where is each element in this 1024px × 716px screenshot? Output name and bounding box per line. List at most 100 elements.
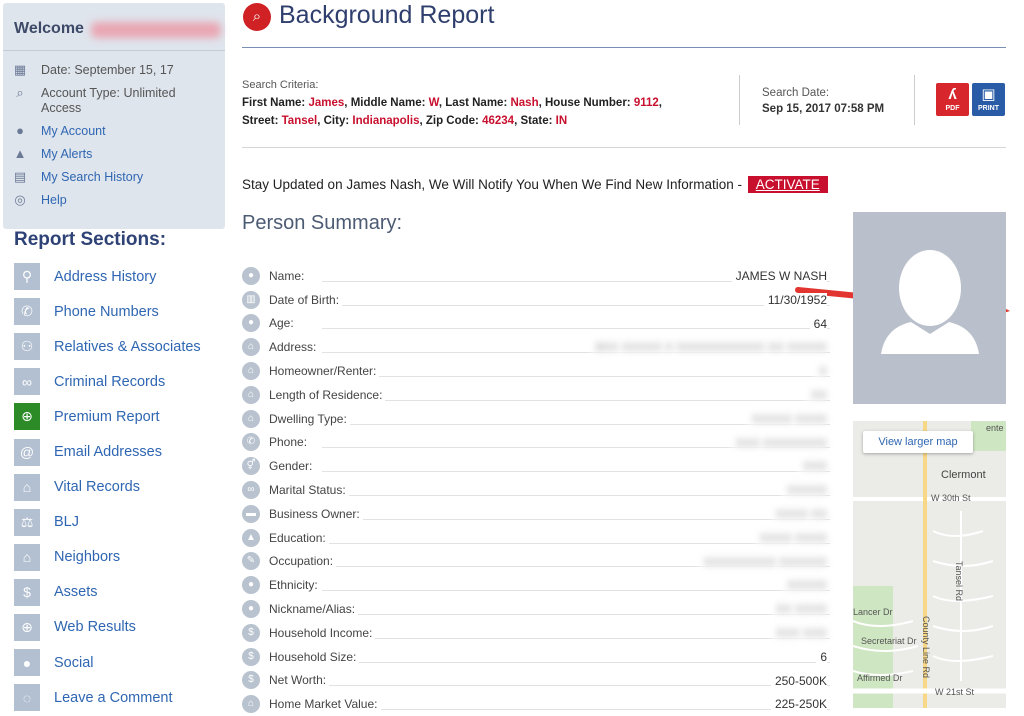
leader-line: [322, 375, 830, 377]
map-label: Clermont: [941, 469, 986, 481]
search-date-label: Search Date:: [762, 87, 830, 99]
section-link-label[interactable]: BLJ: [54, 514, 79, 530]
summary-row: ▲ Education: XXXX XXXX: [242, 526, 830, 550]
map-label: County Line Rd: [921, 616, 931, 679]
home-icon: ⌂: [242, 409, 260, 428]
section-link[interactable]: ● Social: [14, 645, 224, 680]
print-button[interactable]: ▣ PRINT: [972, 83, 1005, 116]
pencil-icon: ✎: [242, 552, 260, 571]
user-icon: ●: [242, 576, 260, 595]
account-item[interactable]: ▲ My Alerts: [13, 147, 218, 162]
section-link[interactable]: ⚇ Relatives & Associates: [14, 329, 224, 364]
section-link[interactable]: ∞ Criminal Records: [14, 364, 224, 399]
pdf-label: PDF: [945, 105, 960, 112]
activate-button[interactable]: ACTIVATE: [747, 176, 828, 193]
printer-icon: ▣: [981, 86, 996, 103]
summary-row-value: 64: [809, 316, 827, 331]
section-link-label[interactable]: Leave a Comment: [54, 690, 172, 706]
section-link[interactable]: ⊕ Premium Report: [14, 399, 224, 434]
account-item[interactable]: ◎ Help: [13, 193, 218, 208]
report-sections-list: ⚲ Address History ✆ Phone Numbers ⚇ Relatives…: [14, 259, 224, 715]
section-link-label[interactable]: Criminal Records: [54, 374, 165, 390]
graduation-icon: ▲: [242, 528, 260, 547]
map-label: Tansel Rd: [954, 561, 964, 602]
home-icon: ⌂: [242, 338, 260, 357]
section-link[interactable]: @ Email Addresses: [14, 434, 224, 469]
section-link[interactable]: ⌂ Vital Records: [14, 470, 224, 505]
summary-row-label: Home Market Value:: [269, 697, 381, 712]
leader-line: [322, 542, 830, 544]
gender-icon: ⚥: [242, 457, 260, 476]
section-link-label[interactable]: Phone Numbers: [54, 304, 159, 320]
section-link-label[interactable]: Email Addresses: [54, 444, 162, 460]
city-value: Indianapolis: [352, 115, 420, 127]
summary-row-value-redacted: X: [814, 364, 827, 379]
house-number-value: 9112: [633, 97, 659, 109]
middle-name-label: Middle Name:: [350, 97, 426, 109]
view-larger-map-button[interactable]: View larger map: [863, 431, 973, 453]
home-icon: ⌂: [242, 695, 260, 714]
dollar-icon: $: [14, 578, 40, 606]
search-date-value: Sep 15, 2017 07:58 PM: [762, 103, 885, 115]
user-icon: ●: [242, 600, 260, 619]
summary-row: ⌂ Home Market Value: 225-250K: [242, 692, 830, 716]
account-item[interactable]: ▤ My Search History: [13, 170, 218, 185]
summary-row-value-redacted: XXXXX XXXX: [747, 411, 827, 426]
section-link[interactable]: ⚖ BLJ: [14, 505, 224, 540]
section-link-label[interactable]: Web Results: [54, 619, 136, 635]
leader-line: [322, 661, 830, 663]
person-silhouette-icon: [881, 250, 979, 354]
calendar-icon: ▦: [13, 62, 27, 77]
summary-row: ▥ Date of Birth: 11/30/1952: [242, 288, 830, 312]
summary-row: ⌂ Homeowner/Renter: X: [242, 359, 830, 383]
section-link-label[interactable]: Neighbors: [54, 549, 120, 565]
section-link-label[interactable]: Vital Records: [54, 479, 140, 495]
pdf-icon: ʎ: [948, 86, 957, 103]
gavel-icon: ⚖: [14, 508, 40, 536]
pdf-button[interactable]: ʎ PDF: [936, 83, 969, 116]
summary-row-label: Ethnicity:: [269, 578, 321, 593]
summary-row: ✆ Phone: XXX XXXXXXXX: [242, 431, 830, 455]
section-link[interactable]: ⊕ Web Results: [14, 610, 224, 645]
leader-line: [322, 613, 830, 615]
summary-row-label: Date of Birth:: [269, 292, 343, 307]
account-item-label[interactable]: Help: [41, 193, 191, 208]
sidebar: Welcome ▦ Date: September 15, 17 ⌕ Account …: [0, 0, 228, 712]
summary-row-label: Household Size:: [269, 649, 360, 664]
section-link[interactable]: ✆ Phone Numbers: [14, 294, 224, 329]
account-item-label[interactable]: My Alerts: [41, 147, 191, 162]
comment-icon: ◌: [14, 684, 40, 712]
account-item-label[interactable]: My Search History: [41, 170, 191, 185]
notify-banner: Stay Updated on James Nash, We Will Noti…: [242, 176, 828, 193]
summary-row-value-redacted: 8XX XXXXX X XXXXXXXXXXX XX XXXXX: [591, 340, 827, 355]
welcome-title: Welcome: [14, 20, 84, 37]
map-label: W 30th St: [931, 493, 971, 503]
section-link[interactable]: ⚲ Address History: [14, 259, 224, 294]
summary-row-value-redacted: XXX XXXXXXXX: [731, 435, 827, 450]
alert-icon: ▲: [13, 146, 27, 161]
map[interactable]: View larger map Clermont W 30th St Tanse…: [853, 421, 1006, 708]
section-link-label[interactable]: Assets: [54, 584, 98, 600]
leader-line: [322, 518, 830, 520]
summary-row-value: 11/30/1952: [763, 292, 827, 307]
summary-row: ✎ Occupation: XXXXXXXXX XXXXXX: [242, 550, 830, 574]
section-link[interactable]: $ Assets: [14, 575, 224, 610]
section-link[interactable]: ◌ Leave a Comment: [14, 680, 224, 715]
summary-row-value-redacted: XX XXXX: [771, 602, 827, 617]
summary-row-value: 250-500K: [770, 673, 827, 688]
street-value: Tansel: [281, 115, 318, 127]
summary-row-value-redacted: XXXXX: [782, 483, 827, 498]
account-item[interactable]: ● My Account: [13, 124, 218, 139]
summary-row: $ Household Size: 6: [242, 645, 830, 669]
section-link-label[interactable]: Premium Report: [54, 409, 160, 425]
summary-row: ⌂ Length of Residence: XX: [242, 383, 830, 407]
section-link-label[interactable]: Social: [54, 655, 94, 671]
last-name-value: Nash: [510, 97, 539, 109]
section-link-label[interactable]: Relatives & Associates: [54, 339, 201, 355]
leader-line: [322, 709, 830, 711]
section-link[interactable]: ⌂ Neighbors: [14, 540, 224, 575]
zip-value: 46234: [482, 115, 515, 127]
street-label: Street:: [242, 115, 279, 127]
account-item-label[interactable]: My Account: [41, 124, 191, 139]
section-link-label[interactable]: Address History: [54, 269, 156, 285]
